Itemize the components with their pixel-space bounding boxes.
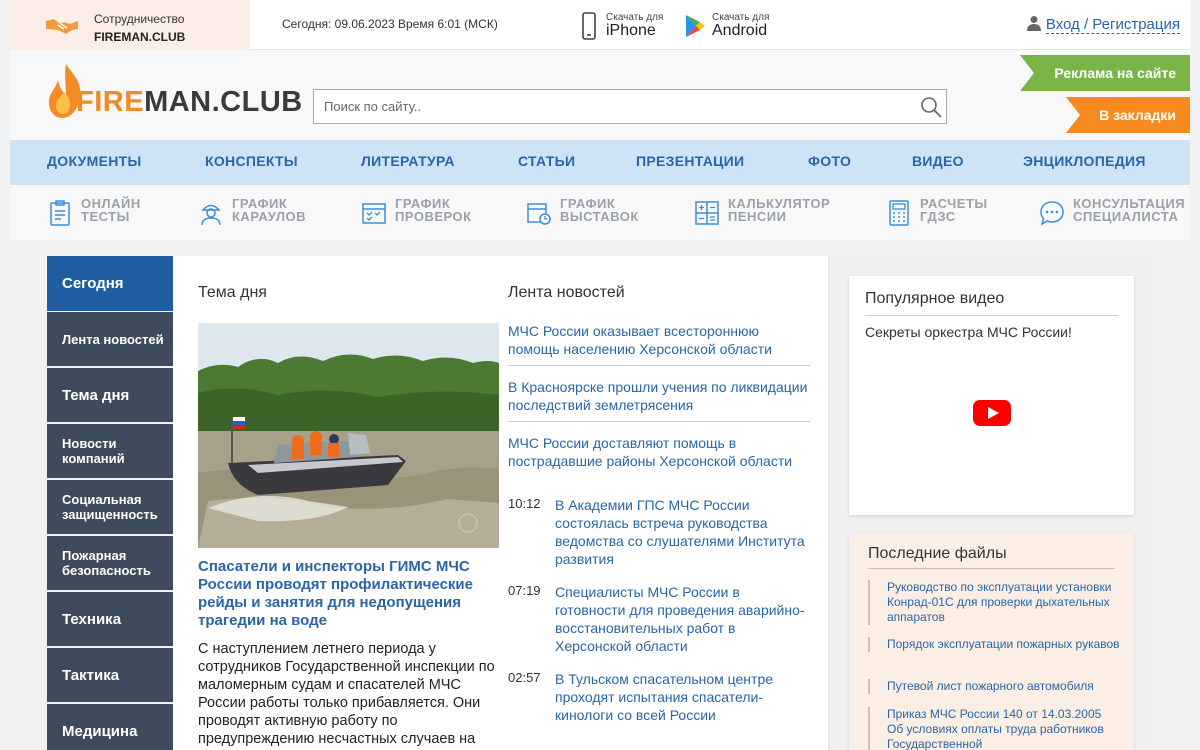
latest-files-widget: Последние файлы Руководство по эксплуата… — [849, 533, 1134, 750]
nav-video[interactable]: ВИДЕО — [912, 153, 964, 169]
popular-video-widget: Популярное видео Секреты оркестра МЧС Ро… — [849, 276, 1134, 515]
nav-articles[interactable]: СТАТЬИ — [518, 153, 575, 169]
search-icon[interactable] — [920, 96, 942, 118]
partner-label: Сотрудничество — [94, 12, 185, 26]
sidebar-item-topic-of-day[interactable]: Тема дня — [47, 368, 173, 422]
news-item[interactable]: МЧС России доставляют помощь в пострадав… — [508, 434, 810, 477]
topic-article-title[interactable]: Спасатели и инспекторы ГИМС МЧС России п… — [198, 558, 498, 630]
bookmark-button[interactable]: В закладки — [1066, 97, 1190, 133]
user-icon — [1026, 16, 1041, 31]
file-item[interactable]: Приказ МЧС России 140 от 14.03.2005 Об у… — [868, 707, 1120, 750]
nav-photo[interactable]: ФОТО — [808, 153, 851, 169]
advertise-button[interactable]: Реклама на сайте — [1020, 55, 1190, 91]
android-label: Android — [712, 22, 768, 39]
news-item[interactable]: В Красноярске прошли учения по ликвидаци… — [508, 378, 810, 422]
service-line2: КАРАУЛОВ — [232, 209, 306, 224]
file-item[interactable]: Путевой лист пожарного автомобиля — [868, 679, 1120, 694]
main-content: Тема дня Спасатели и инспекторы ГИМС МЧС… — [173, 256, 828, 750]
top-bar: Сотрудничество FIREMAN.CLUB Сегодня: 09.… — [10, 0, 1190, 50]
calendar-clock-icon — [527, 203, 551, 225]
sidebar-item-tactics[interactable]: Тактика — [47, 648, 173, 702]
topic-of-day-heading: Тема дня — [198, 284, 267, 301]
right-column: Популярное видео Секреты оркестра МЧС Ро… — [828, 256, 1153, 750]
partnership-link[interactable]: Сотрудничество FIREMAN.CLUB — [10, 0, 250, 50]
services-nav: ОНЛАЙН ТЕСТЫ ГРАФИК КАРАУЛОВ ГРАФИК ПРОВЕРО… — [10, 185, 1190, 240]
clipboard-icon — [50, 200, 70, 226]
partner-site: FIREMAN.CLUB — [94, 30, 186, 44]
news-time: 07:19 — [508, 583, 541, 598]
sidebar-item-social-security[interactable]: Социальная защищенность — [47, 480, 173, 534]
sidebar-item-medicine[interactable]: Медицина — [47, 704, 173, 750]
site-logo[interactable]: FIREMAN.CLUB — [46, 62, 302, 122]
login-label: Вход / Регистрация — [1045, 16, 1180, 34]
sidebar-item-fire-safety[interactable]: Пожарная безопасность — [47, 536, 173, 590]
sidebar-item-today[interactable]: Сегодня — [47, 256, 183, 311]
news-item[interactable]: МЧС России оказывает всестороннюю помощь… — [508, 322, 810, 366]
service-line2: ТЕСТЫ — [81, 209, 130, 224]
nav-presentations[interactable]: ПРЕЗЕНТАЦИИ — [636, 153, 744, 169]
calculator-icon — [695, 201, 719, 225]
nav-documents[interactable]: ДОКУМЕНТЫ — [47, 153, 142, 169]
video-title[interactable]: Секреты оркестра МЧС России! — [865, 324, 1072, 340]
news-time: 02:57 — [508, 670, 541, 685]
sidebar-item-news-feed[interactable]: Лента новостей — [47, 312, 173, 366]
nav-literature[interactable]: ЛИТЕРАТУРА — [361, 153, 455, 169]
logo-text: FIREMAN.CLUB — [76, 86, 303, 118]
service-line2: ПЕНСИИ — [728, 209, 787, 224]
sidebar-item-company-news[interactable]: Новости компаний — [47, 424, 173, 478]
iphone-label: iPhone — [606, 22, 656, 39]
news-link[interactable]: В Тульском спасательном центре проходят … — [555, 670, 810, 724]
search-input[interactable] — [314, 90, 904, 123]
file-item[interactable]: Руководство по эксплуатации установки Ко… — [868, 580, 1120, 625]
service-line2: СПЕЦИАЛИСТА — [1073, 209, 1179, 224]
news-time: 10:12 — [508, 496, 541, 511]
play-store-icon — [686, 15, 705, 37]
news-link[interactable]: Специалисты МЧС России в готовности для … — [555, 583, 810, 655]
main-nav: ДОКУМЕНТЫ КОНСПЕКТЫ ЛИТЕРАТУРА СТАТЬИ ПР… — [10, 140, 1190, 185]
site-header: FIREMAN.CLUB Реклама на сайте В закладки — [10, 50, 1190, 140]
search-box — [313, 89, 947, 124]
calculator-grid-icon — [889, 200, 909, 226]
handshake-icon — [46, 19, 78, 34]
service-line2: ГДЗС — [920, 209, 956, 224]
calendar-check-icon — [362, 203, 386, 224]
nav-encyclopedia[interactable]: ЭНЦИКЛОПЕДИЯ — [1023, 153, 1146, 169]
chat-icon — [1040, 201, 1064, 226]
news-feed-heading: Лента новостей — [508, 284, 625, 301]
phone-icon — [582, 12, 596, 40]
file-item[interactable]: Порядок эксплуатации пожарных рукавов — [868, 637, 1120, 652]
login-register-link[interactable]: Вход / Регистрация — [1026, 15, 1180, 34]
youtube-play-icon[interactable] — [973, 400, 1011, 426]
rescue-boat-photo[interactable] — [198, 323, 499, 548]
topic-article-text: С наступлением летнего периода у сотрудн… — [198, 641, 495, 747]
firefighter-icon — [201, 204, 221, 226]
service-line2: ПРОВЕРОК — [395, 209, 472, 224]
popular-video-heading: Популярное видео — [865, 290, 1118, 316]
current-datetime: Сегодня: 09.06.2023 Время 6:01 (МСК) — [282, 17, 498, 31]
sidebar-item-equipment[interactable]: Техника — [47, 592, 173, 646]
news-link[interactable]: В Академии ГПС МЧС России состоялась вст… — [555, 496, 810, 568]
service-line2: ВЫСТАВОК — [560, 209, 639, 224]
nav-summaries[interactable]: КОНСПЕКТЫ — [205, 153, 298, 169]
latest-files-heading: Последние файлы — [868, 545, 1115, 569]
